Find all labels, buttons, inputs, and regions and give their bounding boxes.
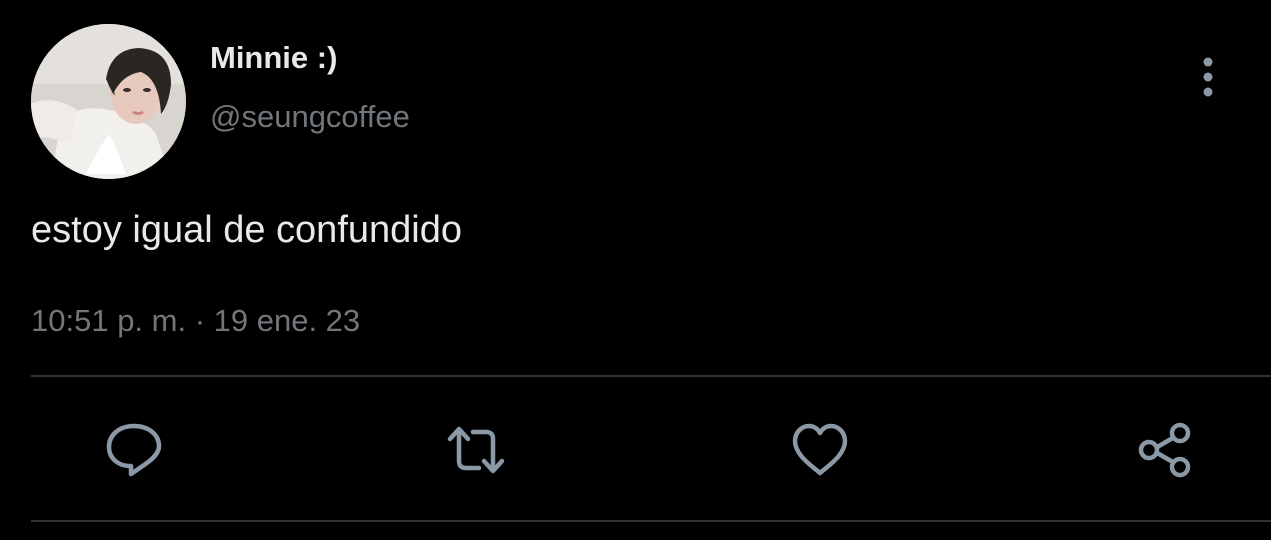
user-handle[interactable]: @seungcoffee xyxy=(210,99,410,135)
display-name[interactable]: Minnie :) xyxy=(210,40,337,76)
like-button[interactable] xyxy=(790,420,850,480)
avatar[interactable] xyxy=(31,24,186,179)
divider xyxy=(31,520,1271,522)
retweet-button[interactable] xyxy=(446,420,506,480)
tweet-timestamp[interactable]: 10:51 p. m. · 19 ene. 23 xyxy=(31,303,360,339)
share-button[interactable] xyxy=(1135,420,1195,480)
divider xyxy=(31,375,1271,377)
retweet-icon xyxy=(447,426,505,474)
tweet-text: estoy igual de confundido xyxy=(31,209,462,251)
reply-button[interactable] xyxy=(104,420,164,480)
avatar-image xyxy=(31,24,186,179)
reply-icon xyxy=(106,423,162,477)
heart-icon xyxy=(792,423,848,476)
share-icon xyxy=(1138,422,1191,478)
more-options-button[interactable] xyxy=(1186,50,1230,100)
more-vertical-icon xyxy=(1203,57,1213,97)
